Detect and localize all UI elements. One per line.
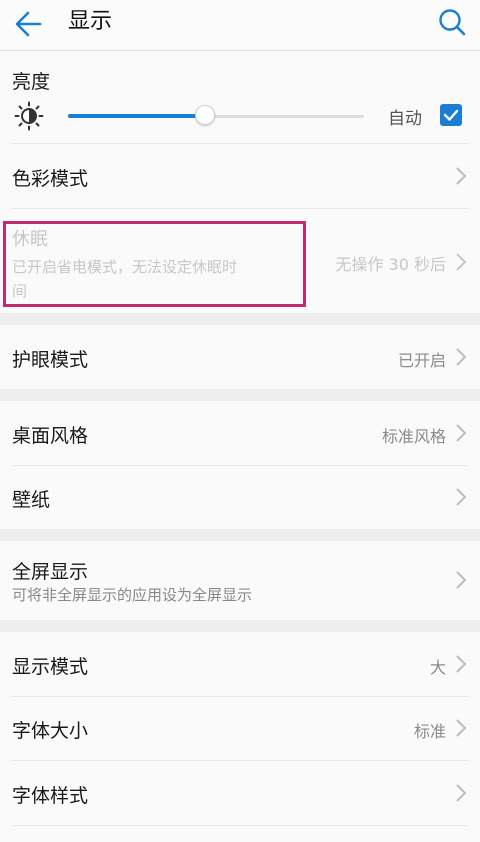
page-title: 显示 [68,9,113,34]
font-style-row[interactable]: 字体样式 [0,761,480,825]
brightness-label: 亮度 [12,71,51,93]
chevron-right-icon [456,348,467,366]
color-mode-row[interactable]: 色彩模式 [0,144,480,208]
font-style-label: 字体样式 [12,785,89,807]
fullscreen-row[interactable]: 全屏显示 可将非全屏显示的应用设为全屏显示 [0,541,480,620]
desktop-style-row[interactable]: 桌面风格 标准风格 [0,401,480,465]
brightness-row: 亮度 自动 [0,51,480,143]
eye-care-value: 已开启 [397,351,446,370]
highlight-box [3,221,306,307]
display-mode-value: 大 [429,658,446,677]
fullscreen-sub: 可将非全屏显示的应用设为全屏显示 [12,586,253,604]
brightness-slider[interactable] [68,105,364,125]
auto-brightness-checkbox[interactable] [440,104,462,126]
chevron-right-icon [456,424,467,442]
eye-care-label: 护眼模式 [12,349,89,371]
section-gap [0,389,480,401]
wallpaper-label: 壁纸 [12,489,51,511]
slider-thumb[interactable] [194,105,215,125]
divider [12,825,468,826]
auto-brightness-label: 自动 [388,109,422,129]
sleep-value: 无操作 30 秒后 [335,255,446,274]
color-mode-label: 色彩模式 [12,168,89,190]
fullscreen-label: 全屏显示 [12,561,89,583]
wallpaper-row[interactable]: 壁纸 [0,466,480,529]
font-size-row[interactable]: 字体大小 标准 [0,697,480,760]
section-gap [0,529,480,541]
chevron-right-icon [456,253,467,271]
search-icon[interactable] [434,4,470,40]
chevron-right-icon [456,167,467,185]
chevron-right-icon [456,655,467,673]
chevron-right-icon [456,571,467,589]
slider-fill [68,114,205,118]
font-size-value: 标准 [413,722,446,741]
desktop-style-value: 标准风格 [381,427,446,446]
chevron-right-icon [456,784,467,802]
chevron-right-icon [456,488,467,506]
chevron-right-icon [456,719,467,737]
display-mode-row[interactable]: 显示模式 大 [0,632,480,696]
section-gap [0,620,480,632]
app-header: 显示 [0,0,480,51]
font-size-label: 字体大小 [12,720,89,742]
desktop-style-label: 桌面风格 [12,425,89,447]
brightness-icon [14,101,44,131]
display-mode-label: 显示模式 [12,656,89,678]
back-arrow-icon[interactable] [10,6,46,42]
eye-care-row[interactable]: 护眼模式 已开启 [0,325,480,389]
section-gap [0,313,480,325]
